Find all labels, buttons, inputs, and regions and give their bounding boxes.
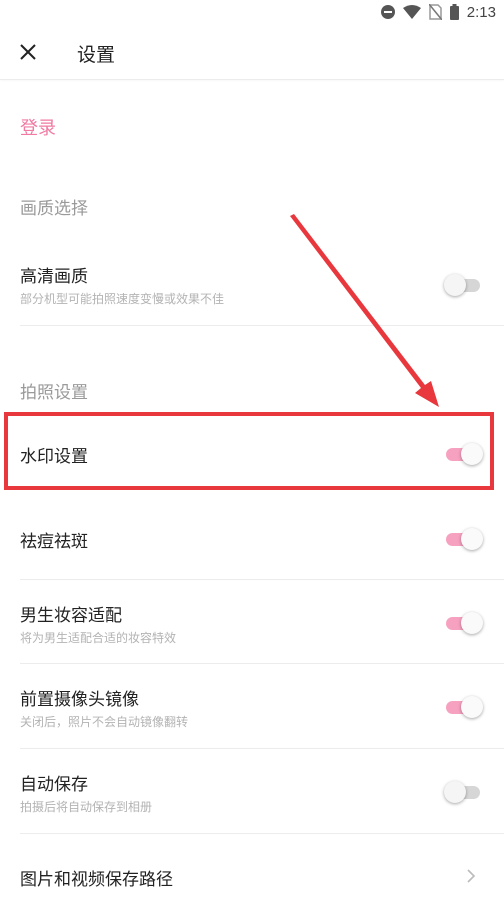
divider bbox=[20, 325, 504, 326]
status-bar: 2:13 bbox=[0, 0, 504, 24]
setting-label-blemish-removal: 祛痘祛斑 bbox=[20, 532, 88, 552]
wifi-icon bbox=[402, 5, 421, 19]
setting-row-hd-quality[interactable]: 高清画质 部分机型可能拍照速度变慢或效果不佳 bbox=[0, 250, 504, 326]
setting-row-blemish-removal[interactable]: 祛痘祛斑 bbox=[0, 496, 504, 580]
setting-row-auto-save[interactable]: 自动保存 拍摄后将自动保存到相册 bbox=[0, 749, 504, 834]
do-not-disturb-icon bbox=[380, 5, 395, 19]
toggle-male-makeup[interactable] bbox=[444, 611, 483, 634]
setting-label-male-makeup: 男生妆容适配 bbox=[20, 606, 122, 626]
status-icons: 2:13 bbox=[380, 2, 496, 22]
toggle-front-camera-mirror[interactable] bbox=[444, 695, 483, 718]
setting-label-save-path: 图片和视频保存路径 bbox=[20, 870, 173, 890]
setting-label-front-camera-mirror: 前置摄像头镜像 bbox=[20, 690, 139, 710]
toggle-blemish-removal[interactable] bbox=[444, 527, 483, 550]
setting-label-auto-save: 自动保存 bbox=[20, 775, 88, 795]
page-title: 设置 bbox=[77, 44, 116, 66]
setting-row-watermark[interactable]: 水印设置 bbox=[0, 418, 504, 488]
setting-subtitle-auto-save: 拍摄后将自动保存到相册 bbox=[20, 800, 153, 814]
battery-icon bbox=[449, 4, 459, 20]
toggle-auto-save[interactable] bbox=[444, 780, 482, 803]
no-sim-icon bbox=[428, 4, 442, 20]
toggle-watermark[interactable] bbox=[444, 442, 483, 465]
close-button[interactable] bbox=[14, 38, 42, 66]
setting-subtitle-male-makeup: 将为男生适配合适的妆容特效 bbox=[20, 631, 177, 645]
setting-row-male-makeup[interactable]: 男生妆容适配 将为男生适配合适的妆容特效 bbox=[0, 580, 504, 664]
section-title-photo: 拍照设置 bbox=[20, 383, 88, 403]
setting-subtitle-front-camera-mirror: 关闭后，照片不会自动镜像翻转 bbox=[20, 715, 189, 729]
toggle-hd-quality[interactable] bbox=[444, 273, 482, 296]
setting-label-hd-quality: 高清画质 bbox=[20, 267, 88, 287]
status-time: 2:13 bbox=[466, 3, 496, 21]
setting-row-front-camera-mirror[interactable]: 前置摄像头镜像 关闭后，照片不会自动镜像翻转 bbox=[0, 664, 504, 749]
section-title-quality: 画质选择 bbox=[20, 199, 88, 219]
setting-row-save-path[interactable]: 图片和视频保存路径 bbox=[0, 834, 504, 898]
close-icon bbox=[20, 44, 36, 60]
login-link[interactable]: 登录 bbox=[20, 114, 56, 140]
setting-subtitle-hd-quality: 部分机型可能拍照速度变慢或效果不佳 bbox=[20, 292, 225, 306]
setting-label-watermark: 水印设置 bbox=[20, 447, 88, 467]
app-header: 设置 bbox=[0, 24, 504, 80]
chevron-right-icon bbox=[467, 869, 476, 883]
